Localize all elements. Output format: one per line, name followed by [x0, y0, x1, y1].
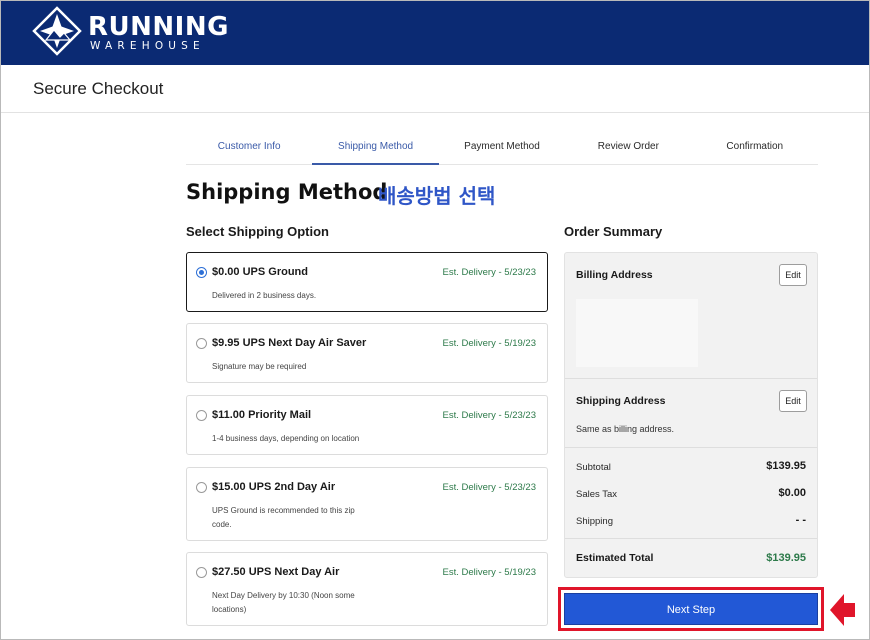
estimated-total-label: Estimated Total	[576, 552, 654, 564]
estimated-total-value: $139.95	[766, 552, 806, 564]
shipping-option-ups-ground[interactable]: $0.00 UPS Ground Est. Delivery - 5/23/23…	[186, 252, 548, 312]
logo-wordmark: RUNNING	[88, 12, 229, 42]
sales-tax-value: $0.00	[778, 487, 806, 499]
compass-logo-icon	[32, 6, 82, 56]
option-title: $0.00 UPS Ground	[212, 266, 308, 278]
option-description: Delivered in 2 business days.	[212, 291, 317, 300]
radio-button[interactable]	[196, 567, 207, 578]
annotation-label: 배송방법 선택	[378, 184, 496, 208]
option-title: $15.00 UPS 2nd Day Air	[212, 481, 336, 493]
sales-tax-label: Sales Tax	[576, 489, 618, 500]
option-est-delivery: Est. Delivery - 5/23/23	[442, 482, 536, 493]
shipping-cost-value: - -	[795, 514, 806, 526]
site-header: RUNNING WAREHOUSE	[0, 0, 870, 65]
tab-confirmation[interactable]: Confirmation	[692, 134, 818, 164]
edit-shipping-button[interactable]: Edit	[779, 390, 807, 412]
radio-button[interactable]	[196, 410, 207, 421]
tab-payment-method[interactable]: Payment Method	[439, 134, 565, 164]
checkout-bar: Secure Checkout	[0, 65, 870, 113]
arrow-left-icon	[830, 594, 855, 626]
edit-billing-button[interactable]: Edit	[779, 264, 807, 286]
billing-address-label: Billing Address	[576, 269, 653, 281]
shipping-option-priority-mail[interactable]: $11.00 Priority Mail Est. Delivery - 5/2…	[186, 395, 548, 455]
shipping-option-next-day-air-saver[interactable]: $9.95 UPS Next Day Air Saver Est. Delive…	[186, 323, 548, 383]
option-est-delivery: Est. Delivery - 5/19/23	[442, 338, 536, 349]
option-est-delivery: Est. Delivery - 5/19/23	[442, 567, 536, 578]
option-title: $11.00 Priority Mail	[212, 409, 312, 421]
shipping-cost-label: Shipping	[576, 516, 613, 527]
order-summary-title: Order Summary	[564, 224, 663, 239]
option-description: 1-4 business days, depending on location	[212, 434, 360, 443]
option-title: $27.50 UPS Next Day Air	[212, 566, 340, 578]
tab-review-order[interactable]: Review Order	[565, 134, 691, 164]
option-description: Next Day Delivery by 10:30 (Noon some lo…	[212, 591, 355, 614]
tab-shipping-method[interactable]: Shipping Method	[312, 134, 440, 165]
checkout-title: Secure Checkout	[33, 79, 164, 98]
site-logo[interactable]: RUNNING WAREHOUSE	[32, 6, 228, 58]
option-est-delivery: Est. Delivery - 5/23/23	[442, 410, 536, 421]
order-summary-panel: Billing Address Edit Shipping Address Ed…	[564, 252, 818, 578]
page-title: Shipping Method	[186, 180, 388, 204]
option-est-delivery: Est. Delivery - 5/23/23	[442, 267, 536, 278]
radio-button[interactable]	[196, 338, 207, 349]
option-description: UPS Ground is recommended to this zip co…	[212, 506, 355, 529]
option-title: $9.95 UPS Next Day Air Saver	[212, 337, 367, 349]
tab-customer-info[interactable]: Customer Info	[186, 134, 312, 164]
divider	[565, 538, 817, 539]
subtotal-value: $139.95	[766, 460, 806, 472]
divider	[565, 378, 817, 379]
subtotal-label: Subtotal	[576, 462, 611, 473]
option-description: Signature may be required	[212, 362, 307, 371]
radio-button[interactable]	[196, 267, 207, 278]
radio-button[interactable]	[196, 482, 207, 493]
divider	[565, 447, 817, 448]
shipping-address-label: Shipping Address	[576, 395, 666, 407]
shipping-address-text: Same as billing address.	[576, 424, 675, 434]
billing-address-block	[576, 299, 698, 367]
shipping-section-title: Select Shipping Option	[186, 224, 329, 239]
logo-subwordmark: WAREHOUSE	[90, 40, 205, 52]
shipping-option-2nd-day-air[interactable]: $15.00 UPS 2nd Day Air Est. Delivery - 5…	[186, 467, 548, 541]
shipping-option-next-day-air[interactable]: $27.50 UPS Next Day Air Est. Delivery - …	[186, 552, 548, 626]
checkout-steps: Customer Info Shipping Method Payment Me…	[186, 134, 818, 165]
next-step-button[interactable]: Next Step	[564, 593, 818, 625]
